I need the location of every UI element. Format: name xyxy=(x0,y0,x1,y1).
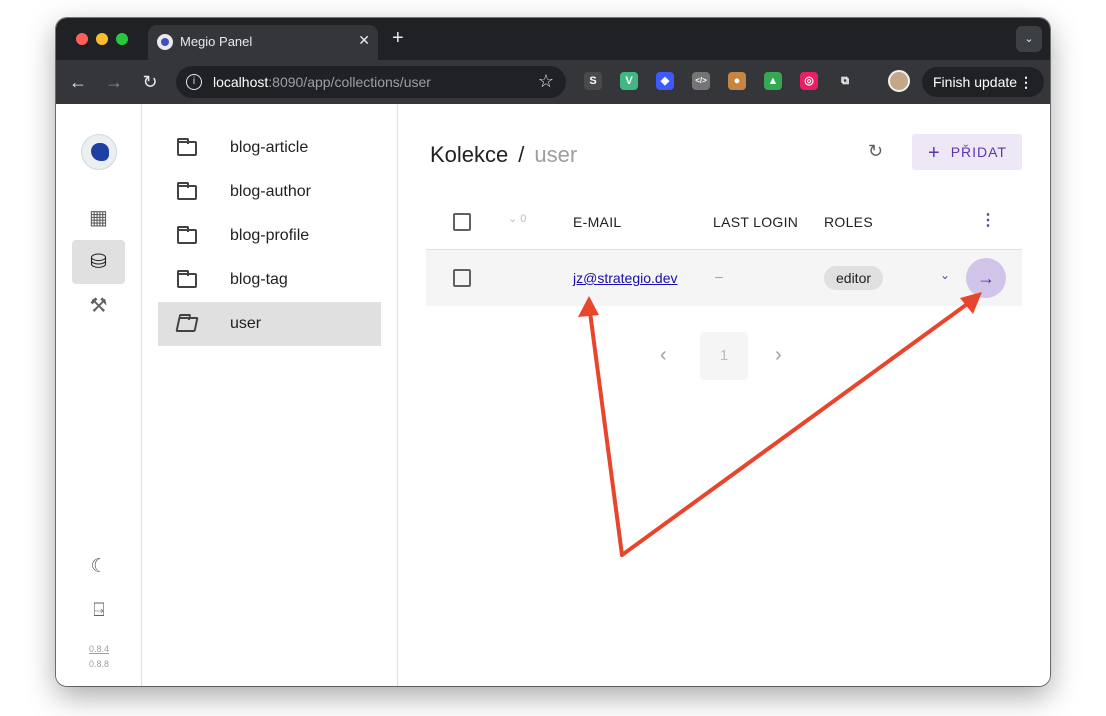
refresh-icon[interactable]: ↻ xyxy=(868,141,883,162)
role-chip: editor xyxy=(824,266,884,290)
last-login-value: – xyxy=(715,268,723,284)
close-window-button[interactable] xyxy=(76,33,88,45)
folder-icon xyxy=(177,182,197,200)
puzzle-extensions-icon[interactable]: ⧉ xyxy=(836,72,854,90)
reload-icon[interactable]: ↻ xyxy=(138,70,162,94)
sort-indicator[interactable]: ⌄ 0 xyxy=(508,212,526,225)
arrow-right-icon: → xyxy=(977,268,995,288)
forward-arrow-icon[interactable]: → xyxy=(102,70,126,94)
sidebar-item-label: user xyxy=(230,315,262,332)
sidebar-item-blog-tag[interactable]: blog-tag xyxy=(158,258,381,302)
back-arrow-icon[interactable]: ← xyxy=(66,70,90,94)
tools-icon[interactable]: ⚒ xyxy=(72,284,125,328)
database-icon[interactable]: ⛁ xyxy=(72,240,125,284)
url-text[interactable]: localhost:8090/app/collections/user xyxy=(213,74,431,90)
sidebar-item-blog-profile[interactable]: blog-profile xyxy=(158,214,381,258)
add-button-label: PŘIDAT xyxy=(950,144,1007,160)
tab-search-button[interactable]: ⌄ xyxy=(1016,26,1042,52)
bookmark-star-icon[interactable]: ☆ xyxy=(538,71,554,92)
color-extension-icon[interactable]: ◎ xyxy=(800,72,818,90)
column-header-last-login[interactable]: LAST LOGIN xyxy=(713,214,798,230)
select-all-checkbox[interactable] xyxy=(453,213,471,231)
email-link[interactable]: jz@strategio.dev xyxy=(573,270,677,286)
plus-icon: + xyxy=(928,142,941,164)
tag-extension-icon[interactable]: ◆ xyxy=(656,72,674,90)
minimize-window-button[interactable] xyxy=(96,33,108,45)
profile-avatar[interactable] xyxy=(888,70,910,92)
sidebar-item-label: blog-tag xyxy=(230,271,288,288)
sidebar-item-label: blog-profile xyxy=(230,227,310,244)
open-detail-button[interactable]: → xyxy=(966,258,1006,298)
next-page-icon[interactable]: › xyxy=(775,344,782,367)
new-tab-button[interactable]: + xyxy=(392,27,404,50)
site-info-icon[interactable]: i xyxy=(186,74,202,90)
browser-toolbar: ← → ↻ i localhost:8090/app/collections/u… xyxy=(56,60,1050,104)
browser-window: Megio Panel ✕ + ⌄ ← → ↻ i localhost:8090… xyxy=(56,18,1050,686)
finish-update-button[interactable]: Finish update ⋮ xyxy=(922,67,1044,97)
breadcrumb: Kolekce / user xyxy=(430,142,577,168)
dashboard-icon[interactable]: ▦ xyxy=(72,196,125,240)
thumb-extension-icon[interactable]: ▲ xyxy=(764,72,782,90)
folder-icon xyxy=(177,226,197,244)
more-vert-icon: ⋮ xyxy=(1019,74,1033,90)
collections-sidebar: blog-article blog-author blog-profile bl… xyxy=(142,104,398,686)
megio-logo[interactable] xyxy=(81,134,117,170)
column-header-roles[interactable]: ROLES xyxy=(824,214,873,230)
s-extension-icon[interactable]: S xyxy=(584,72,602,90)
table-row[interactable]: jz@strategio.dev – editor ⌄ → xyxy=(426,250,1022,306)
previous-page-icon[interactable]: ‹ xyxy=(660,344,667,367)
sidebar-item-blog-author[interactable]: blog-author xyxy=(158,170,381,214)
chevron-down-icon: ⌄ xyxy=(508,213,521,225)
folder-open-icon xyxy=(175,317,199,332)
breadcrumb-separator: / xyxy=(518,142,525,167)
tab-title: Megio Panel xyxy=(180,34,253,49)
sidebar-item-label: blog-author xyxy=(230,183,311,200)
folder-icon xyxy=(177,138,197,156)
navigation-rail: ▦ ⛁ ⚒ ☾ ⍈ 0.8.4 0.8.8 xyxy=(56,104,142,686)
main-content: Kolekce / user ↻ + PŘIDAT ⌄ 0 E-MAIL LAST L… xyxy=(398,104,1050,686)
tab-strip: Megio Panel ✕ + ⌄ xyxy=(56,18,1050,60)
sidebar-item-label: blog-article xyxy=(230,139,309,156)
megio-app: ▦ ⛁ ⚒ ☾ ⍈ 0.8.4 0.8.8 blog-article blog-… xyxy=(56,104,1050,686)
finish-update-label: Finish update xyxy=(933,74,1018,90)
logout-icon[interactable]: ⍈ xyxy=(82,596,116,626)
breadcrumb-root[interactable]: Kolekce xyxy=(430,142,508,167)
dark-mode-icon[interactable]: ☾ xyxy=(82,552,116,582)
vue-devtools-icon[interactable]: V xyxy=(620,72,638,90)
sidebar-item-user[interactable]: user xyxy=(158,302,381,346)
expand-row-icon[interactable]: ⌄ xyxy=(940,268,950,282)
version-current[interactable]: 0.8.4 xyxy=(56,644,142,654)
tab-close-icon[interactable]: ✕ xyxy=(358,32,370,49)
cookie-extension-icon[interactable]: ● xyxy=(728,72,746,90)
add-button[interactable]: + PŘIDAT xyxy=(912,134,1022,170)
maximize-window-button[interactable] xyxy=(116,33,128,45)
url-host: localhost xyxy=(213,74,269,90)
code-extension-icon[interactable]: </> xyxy=(692,72,710,90)
folder-icon xyxy=(177,270,197,288)
version-latest: 0.8.8 xyxy=(88,659,110,669)
breadcrumb-collection: user xyxy=(534,142,578,167)
url-path: :8090/app/collections/user xyxy=(268,74,431,90)
row-checkbox[interactable] xyxy=(453,269,471,287)
table-header: ⌄ 0 E-MAIL LAST LOGIN ROLES ⋮ xyxy=(426,194,1022,250)
column-header-email[interactable]: E-MAIL xyxy=(573,214,621,230)
address-bar[interactable]: i localhost:8090/app/collections/user ☆ xyxy=(176,66,566,98)
column-options-icon[interactable]: ⋮ xyxy=(980,210,996,230)
sidebar-item-blog-article[interactable]: blog-article xyxy=(158,126,381,170)
sort-count: 0 xyxy=(520,213,527,225)
browser-tab[interactable]: Megio Panel ✕ xyxy=(148,25,378,60)
megio-favicon-icon xyxy=(157,34,173,50)
current-page-button[interactable]: 1 xyxy=(700,332,748,380)
